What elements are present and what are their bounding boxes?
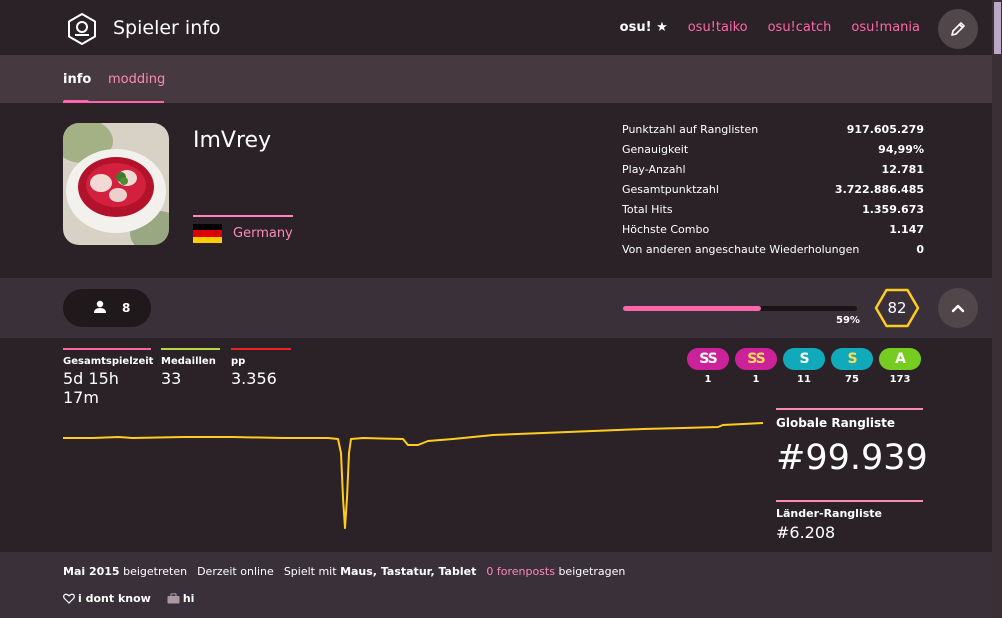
metric-line — [231, 348, 291, 350]
followers-count: 8 — [122, 301, 131, 315]
metric-medals: Medaillen 33 — [161, 348, 220, 388]
interest: i dont know — [63, 592, 151, 605]
level-number: 82 — [887, 299, 906, 317]
scrollbar-thumb[interactable] — [994, 2, 1001, 54]
grade-ssh: SS 1 — [687, 348, 729, 385]
grade-count: 11 — [797, 374, 811, 385]
pencil-icon — [951, 22, 965, 36]
online-status: Derzeit online — [197, 565, 274, 578]
level-progress-fill — [623, 306, 762, 311]
avatar[interactable] — [63, 123, 169, 245]
grade-sh: S 11 — [783, 348, 825, 385]
forum-posts-link[interactable]: 0 forenposts — [486, 565, 555, 578]
level-badge: 82 — [874, 288, 920, 328]
star-icon: ★ — [656, 20, 668, 35]
scrollbar[interactable] — [992, 0, 1002, 618]
tab-modding[interactable]: modding — [108, 72, 165, 87]
briefcase-icon — [167, 593, 180, 604]
page-title: Spieler info — [113, 17, 221, 39]
level-bar: 8 59% 82 — [0, 278, 992, 338]
footer-extra-row: i dont know hi — [63, 592, 194, 605]
grade-count: 1 — [752, 374, 760, 385]
grade-badge: S — [783, 348, 825, 370]
mode-osu[interactable]: osu! ★ — [620, 20, 668, 35]
metric-line — [161, 348, 220, 350]
profile-footer: Mai 2015 beigetreten Derzeit online Spie… — [0, 552, 992, 618]
user-logo-icon — [68, 13, 96, 45]
profile-header: ImVrey Germany Punktzahl auf Ranglisten 9… — [0, 103, 992, 278]
metric-pp: pp 3.356 — [231, 348, 291, 388]
stat-row: Von anderen angeschaute Wiederholungen 0 — [622, 243, 924, 256]
metric-line — [63, 348, 151, 350]
stat-row: Punktzahl auf Ranglisten 917.605.279 — [622, 123, 924, 136]
grade-count: 75 — [845, 374, 859, 385]
germany-flag-icon — [193, 224, 222, 243]
stat-row: Höchste Combo 1.147 — [622, 223, 924, 236]
global-rank-value: #99.939 — [776, 438, 928, 478]
tab-info[interactable]: info — [63, 72, 91, 87]
collapse-button[interactable] — [938, 288, 978, 328]
heart-icon — [63, 593, 75, 604]
rank-history-chart[interactable] — [63, 418, 763, 538]
country-link[interactable]: Germany — [233, 226, 293, 241]
country-divider — [193, 215, 293, 217]
chevron-up-icon — [951, 304, 965, 313]
occupation: hi — [167, 592, 194, 605]
metric-playtime: Gesamtspielzeit 5d 15h 17m — [63, 348, 153, 407]
country-rank-label: Länder-Rangliste — [776, 507, 882, 520]
followers-button[interactable]: 8 — [63, 289, 151, 327]
grade-badge: SS — [735, 348, 777, 370]
mode-mania[interactable]: osu!mania — [851, 20, 920, 35]
grade-counts: SS 1 SS 1 S 11 S 75 A 173 — [687, 348, 921, 385]
country-rank-divider — [776, 500, 923, 502]
forum-posts: 0 forenposts beigetragen — [486, 565, 626, 578]
mode-switcher: osu! ★ osu!taiko osu!catch osu!mania — [620, 20, 920, 35]
level-progress-bar — [623, 306, 857, 311]
grade-badge: A — [879, 348, 921, 370]
user-icon — [94, 300, 106, 313]
stat-row: Total Hits 1.359.673 — [622, 203, 924, 216]
rank-history-line — [63, 422, 763, 529]
edit-button[interactable] — [938, 9, 978, 49]
global-rank-divider — [776, 408, 923, 410]
grade-badge: SS — [687, 348, 729, 370]
stats-list: Punktzahl auf Ranglisten 917.605.279 Gena… — [622, 123, 924, 263]
grade-badge: S — [831, 348, 873, 370]
mode-catch[interactable]: osu!catch — [768, 20, 832, 35]
username: ImVrey — [193, 128, 272, 153]
footer-info-row: Mai 2015 beigetreten Derzeit online Spie… — [63, 565, 625, 578]
profile-detail: Gesamtspielzeit 5d 15h 17m Medaillen 33 … — [0, 338, 992, 552]
grade-count: 1 — [704, 374, 712, 385]
level-progress-text: 59% — [836, 315, 860, 326]
stat-row: Gesamtpunktzahl 3.722.886.485 — [622, 183, 924, 196]
stat-row: Genauigkeit 94,99% — [622, 143, 924, 156]
global-rank-label: Globale Rangliste — [776, 416, 896, 430]
grade-ss: SS 1 — [735, 348, 777, 385]
header: Spieler info osu! ★ osu!taiko osu!catch … — [0, 0, 992, 55]
stat-row: Play-Anzahl 12.781 — [622, 163, 924, 176]
profile-tabs: info modding — [0, 55, 992, 104]
join-date: Mai 2015 beigetreten — [63, 565, 188, 578]
grade-a: A 173 — [879, 348, 921, 385]
grade-count: 173 — [889, 374, 911, 385]
country-rank-value: #6.208 — [776, 523, 836, 542]
play-devices: Spielt mit Maus, Tastatur, Tablet — [283, 565, 477, 578]
grade-s: S 75 — [831, 348, 873, 385]
avatar-image — [63, 123, 169, 245]
mode-taiko[interactable]: osu!taiko — [688, 20, 748, 35]
